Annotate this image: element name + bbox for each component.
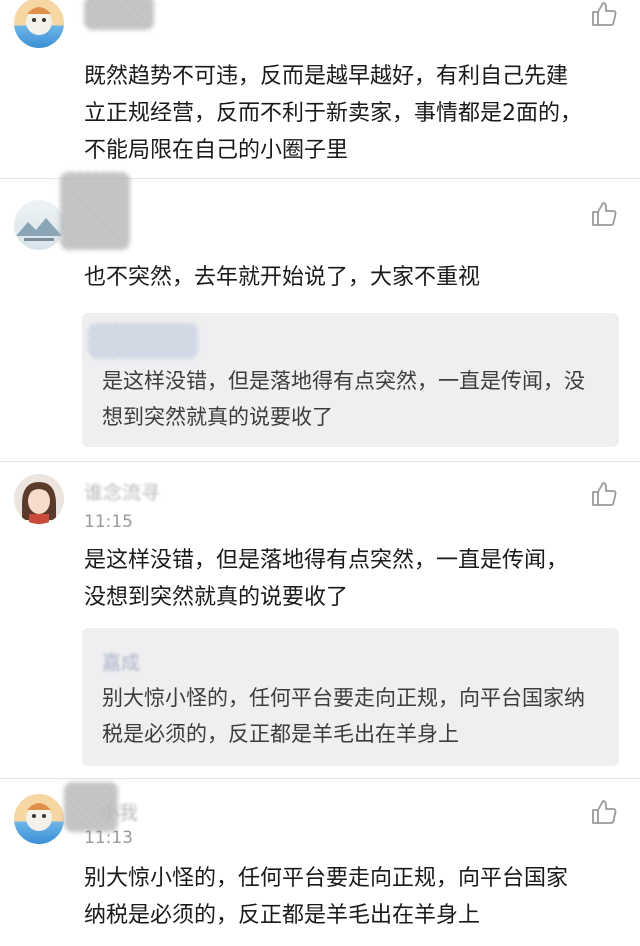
- comment-card: 也不突然，去年就开始说了，大家不重视 是这样没错，但是落地得有点突然，一直是传闻…: [0, 172, 640, 462]
- thumbs-up-icon[interactable]: [590, 0, 618, 28]
- blurred-nickname: [60, 172, 130, 250]
- blurred-nickname: [84, 0, 154, 30]
- avatar[interactable]: [14, 794, 64, 844]
- thumbs-up-icon[interactable]: [590, 480, 618, 508]
- comment-text: 也不突然，去年就开始说了，大家不重视: [84, 265, 481, 290]
- avatar[interactable]: [14, 0, 64, 48]
- avatar[interactable]: [14, 474, 64, 524]
- landscape-avatar-icon: [16, 218, 62, 241]
- blurred-reply-name: [88, 323, 198, 359]
- comment-card: 既然趋势不可违，反而是越早越好，有利自己先建立正规经营，反而不利于新卖家，事情都…: [0, 0, 640, 180]
- comment-text: 是这样没错，但是落地得有点突然，一直是传闻，没想到突然就真的说要收了: [84, 548, 569, 610]
- thumbs-up-icon[interactable]: [590, 798, 618, 826]
- nickname[interactable]: 谁念流寻: [84, 478, 160, 505]
- comment-card: 谁念流寻 11:15 是这样没错，但是落地得有点突然，一直是传闻，没想到突然就真…: [0, 462, 640, 780]
- comment-text: 别大惊小怪的，任何平台要走向正规，向平台国家纳税是必须的，反正都是羊毛出在羊身上: [84, 866, 569, 928]
- reply-text: 别大惊小怪的，任何平台要走向正规，向平台国家纳税是必须的，反正都是羊毛出在羊身上: [102, 686, 585, 746]
- reply-name[interactable]: 嘉成: [102, 648, 140, 675]
- anime-girl-avatar-icon: [22, 482, 56, 524]
- timestamp: 11:15: [84, 512, 133, 532]
- thumbs-up-icon[interactable]: [590, 200, 618, 228]
- cartoon-avatar-icon: [26, 803, 52, 831]
- timestamp: 11:13: [84, 828, 133, 848]
- reply-text: 是这样没错，但是落地得有点突然，一直是传闻，没想到突然就真的说要收了: [102, 369, 585, 429]
- avatar[interactable]: [14, 200, 64, 250]
- divider: [0, 778, 640, 779]
- cartoon-avatar-icon: [26, 7, 52, 35]
- nickname[interactable]: 小我: [100, 798, 138, 825]
- reply-quote[interactable]: 是这样没错，但是落地得有点突然，一直是传闻，没想到突然就真的说要收了: [82, 313, 619, 447]
- reply-quote[interactable]: 嘉成 别大惊小怪的，任何平台要走向正规，向平台国家纳税是必须的，反正都是羊毛出在…: [82, 628, 619, 766]
- comment-card: 小我 11:13 别大惊小怪的，任何平台要走向正规，向平台国家纳税是必须的，反正…: [0, 780, 640, 946]
- comment-text: 既然趋势不可违，反而是越早越好，有利自己先建立正规经营，反而不利于新卖家，事情都…: [84, 64, 582, 163]
